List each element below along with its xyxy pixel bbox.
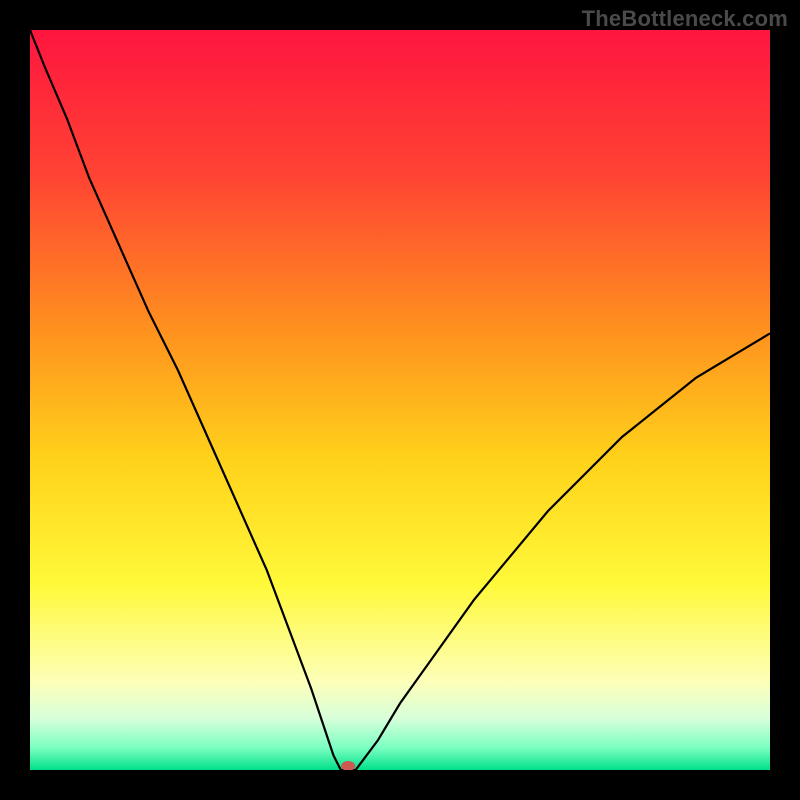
- plot-area: [30, 30, 770, 770]
- gradient-rect: [30, 30, 770, 770]
- watermark-text: TheBottleneck.com: [582, 6, 788, 32]
- chart-frame: TheBottleneck.com: [0, 0, 800, 800]
- chart-svg: [30, 30, 770, 770]
